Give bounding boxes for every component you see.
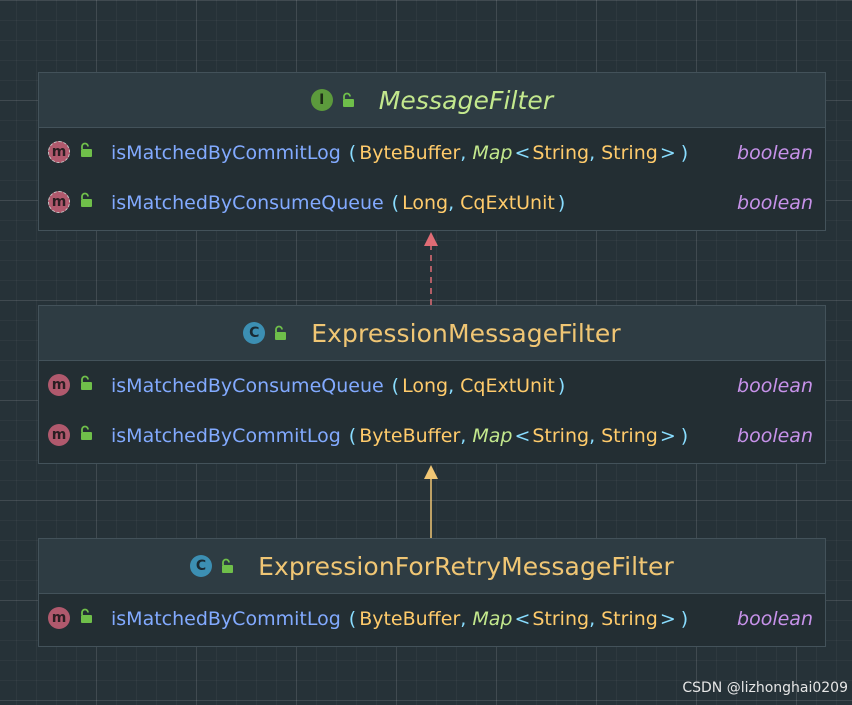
method-badge-icon: m [48, 374, 70, 396]
return-type: boolean [737, 192, 813, 214]
param-type: String [601, 425, 658, 447]
param-type: String [601, 608, 658, 630]
generic-open: < [514, 608, 531, 630]
class-box-message-filter[interactable]: I MessageFilter m isMatchedByCommitLog (… [38, 72, 826, 231]
param-type: String [532, 425, 590, 447]
method-row[interactable]: m isMatchedByCommitLog ( ByteBuffer , Ma… [39, 411, 825, 461]
class-box-expression-for-retry-message-filter[interactable]: C ExpressionForRetryMessageFilter m isMa… [38, 538, 826, 647]
class-box-expression-message-filter[interactable]: C ExpressionMessageFilter m isMatchedByC… [38, 305, 826, 464]
param-type: ByteBuffer [359, 425, 461, 447]
paren-open: ( [391, 192, 400, 214]
unlock-icon [342, 92, 354, 107]
param-type: CqExtUnit [460, 375, 555, 397]
class-title: MessageFilter [378, 85, 554, 115]
paren-open: ( [348, 608, 357, 630]
unlock-icon [81, 142, 92, 157]
return-type: boolean [737, 608, 813, 630]
param-type: String [601, 142, 658, 164]
paren-open: ( [348, 425, 357, 447]
class-title: ExpressionForRetryMessageFilter [258, 551, 674, 581]
param-comma: , [460, 425, 467, 447]
return-type: boolean [737, 142, 813, 164]
unlock-icon [222, 558, 234, 573]
param-map-type: Map [472, 425, 513, 447]
param-comma: , [448, 192, 455, 214]
paren-close: ) [680, 142, 689, 164]
method-signature: isMatchedByConsumeQueue ( Long , CqExtUn… [111, 178, 568, 228]
param-type: CqExtUnit [460, 192, 555, 214]
return-type: boolean [737, 425, 813, 447]
unlock-icon [81, 375, 92, 390]
paren-open: ( [348, 142, 357, 164]
class-badge-icon: C [243, 322, 266, 344]
param-type: String [532, 142, 590, 164]
method-row[interactable]: m isMatchedByConsumeQueue ( Long , CqExt… [39, 361, 825, 411]
param-comma: , [448, 375, 455, 397]
param-type: String [532, 608, 590, 630]
method-signature: isMatchedByCommitLog ( ByteBuffer , Map … [111, 594, 691, 644]
method-name: isMatchedByCommitLog [111, 608, 341, 630]
param-type: ByteBuffer [359, 142, 461, 164]
generic-close: > [659, 608, 676, 630]
method-badge-icon: m [48, 191, 70, 213]
interface-badge-icon: I [310, 89, 333, 111]
unlock-icon [81, 608, 92, 623]
generalization-arrowhead [424, 465, 438, 479]
param-type: Long [402, 192, 449, 214]
param-comma: , [589, 142, 596, 164]
class-title: ExpressionMessageFilter [311, 318, 621, 348]
generic-open: < [514, 425, 531, 447]
method-name: isMatchedByConsumeQueue [111, 192, 384, 214]
return-type: boolean [737, 375, 813, 397]
method-signature: isMatchedByCommitLog ( ByteBuffer , Map … [111, 411, 691, 461]
watermark: CSDN @lizhonghai0209 [682, 680, 848, 696]
param-comma: , [589, 608, 596, 630]
class-header: C ExpressionForRetryMessageFilter [39, 539, 825, 594]
realization-arrowhead [424, 232, 438, 246]
unlock-icon [275, 325, 287, 340]
param-map-type: Map [472, 142, 513, 164]
param-comma: , [460, 142, 467, 164]
method-row[interactable]: m isMatchedByConsumeQueue ( Long , CqExt… [39, 178, 825, 228]
method-name: isMatchedByCommitLog [111, 142, 341, 164]
param-type: ByteBuffer [359, 608, 461, 630]
method-signature: isMatchedByConsumeQueue ( Long , CqExtUn… [111, 361, 568, 411]
class-header: C ExpressionMessageFilter [39, 306, 825, 361]
generic-close: > [659, 142, 676, 164]
unlock-icon [81, 425, 92, 440]
param-comma: , [460, 608, 467, 630]
generic-close: > [659, 425, 676, 447]
param-map-type: Map [472, 608, 513, 630]
method-badge-icon: m [48, 607, 70, 629]
method-row[interactable]: m isMatchedByCommitLog ( ByteBuffer , Ma… [39, 128, 825, 178]
method-badge-icon: m [48, 141, 70, 163]
method-signature: isMatchedByCommitLog ( ByteBuffer , Map … [111, 128, 691, 178]
class-badge-icon: C [190, 555, 213, 577]
paren-close: ) [680, 425, 689, 447]
method-row[interactable]: m isMatchedByCommitLog ( ByteBuffer , Ma… [39, 594, 825, 644]
generic-open: < [514, 142, 531, 164]
class-header: I MessageFilter [39, 73, 825, 128]
method-badge-icon: m [48, 424, 70, 446]
paren-close: ) [557, 375, 566, 397]
paren-close: ) [557, 192, 566, 214]
paren-close: ) [680, 608, 689, 630]
param-type: Long [402, 375, 449, 397]
param-comma: , [589, 425, 596, 447]
method-name: isMatchedByConsumeQueue [111, 375, 384, 397]
method-name: isMatchedByCommitLog [111, 425, 341, 447]
paren-open: ( [391, 375, 400, 397]
unlock-icon [81, 192, 92, 207]
